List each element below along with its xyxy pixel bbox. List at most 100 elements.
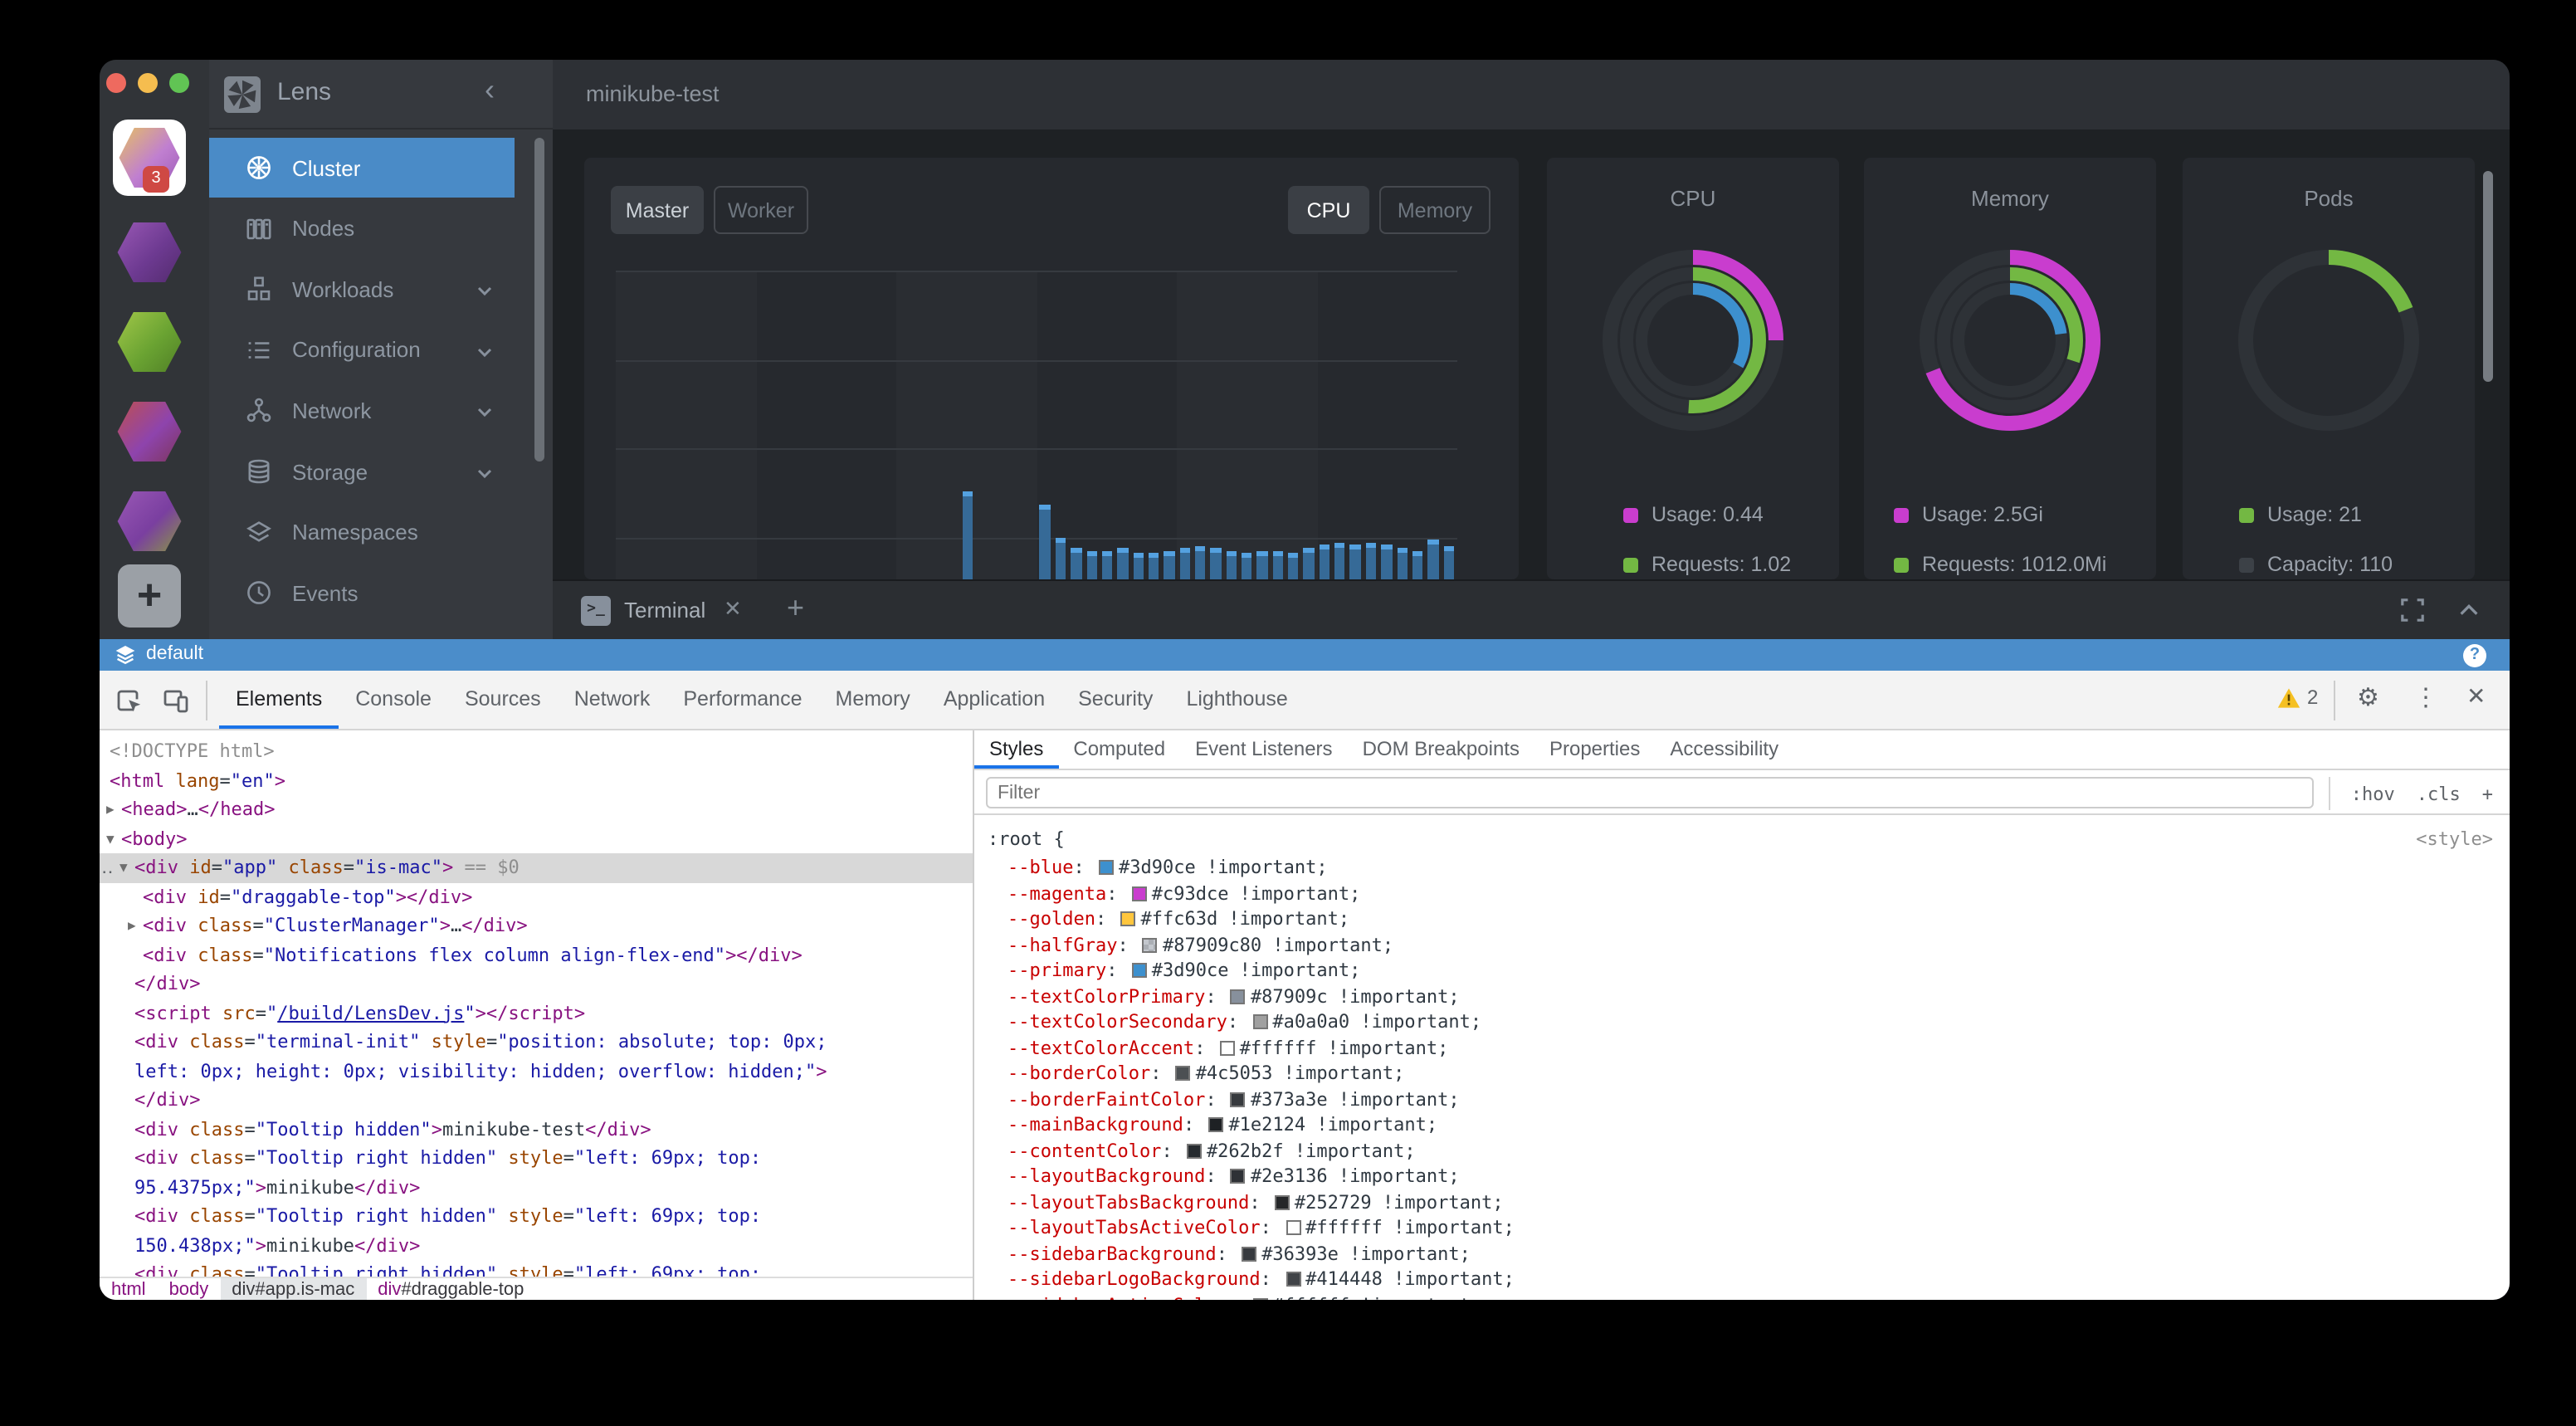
sidebar-item-storage[interactable]: Storage	[209, 442, 515, 501]
color-swatch[interactable]	[1132, 886, 1147, 901]
css-selector[interactable]: :root {	[988, 828, 1065, 850]
dom-node-line[interactable]: ▼<body>	[100, 824, 973, 853]
styles-toggle-cls[interactable]: .cls	[2417, 783, 2461, 804]
close-devtools-icon[interactable]: ✕	[2466, 682, 2486, 711]
help-button[interactable]: ?	[2463, 643, 2486, 667]
dom-node-line[interactable]: </div>	[100, 969, 973, 999]
tab-worker[interactable]: Worker	[714, 186, 808, 234]
devtools-tab-console[interactable]: Console	[339, 671, 448, 729]
css-property-line[interactable]: --sidebarActiveColor: #ffffff !important…	[1007, 1292, 1481, 1300]
color-swatch[interactable]	[1242, 1246, 1256, 1261]
css-property-line[interactable]: --textColorPrimary: #87909c !important;	[1007, 984, 1460, 1009]
dom-node-line[interactable]: left: 0px; height: 0px; visibility: hidd…	[100, 1057, 973, 1086]
css-property-line[interactable]: --sidebarLogoBackground: #414448 !import…	[1007, 1267, 1515, 1292]
sidebar-item-nodes[interactable]: Nodes	[209, 198, 515, 258]
dom-node-line[interactable]: 95.4375px;">minikube</div>	[100, 1173, 973, 1202]
fullscreen-icon[interactable]	[2400, 598, 2425, 623]
css-property-line[interactable]: --layoutBackground: #2e3136 !important;	[1007, 1164, 1460, 1189]
close-terminal-tab-button[interactable]: ✕	[724, 596, 742, 623]
color-swatch[interactable]	[1252, 1014, 1267, 1029]
expand-arrow-icon[interactable]: ▼	[120, 853, 128, 882]
css-property-line[interactable]: --textColorAccent: #ffffff !important;	[1007, 1035, 1448, 1061]
color-swatch[interactable]	[1231, 1091, 1246, 1106]
terminal-tab[interactable]: Terminal	[624, 598, 705, 623]
color-swatch[interactable]	[1286, 1220, 1300, 1235]
styles-tab-dom-breakpoints[interactable]: DOM Breakpoints	[1348, 730, 1534, 769]
sidebar-item-workloads[interactable]: Workloads	[209, 259, 515, 319]
dom-node-line[interactable]: <div class="Tooltip hidden">minikube-tes…	[100, 1115, 973, 1144]
styles-filter-input[interactable]	[986, 777, 2314, 808]
css-property-line[interactable]: --borderFaintColor: #373a3e !important;	[1007, 1087, 1460, 1112]
chevron-up-icon[interactable]	[2456, 598, 2481, 623]
expand-arrow-icon[interactable]: ▼	[106, 824, 115, 853]
breadcrumb[interactable]: body	[158, 1277, 221, 1300]
devtools-tab-security[interactable]: Security	[1061, 671, 1169, 729]
styles-tab-computed[interactable]: Computed	[1058, 730, 1180, 769]
devtools-tab-elements[interactable]: Elements	[219, 671, 339, 729]
css-property-line[interactable]: --golden: #ffc63d !important;	[1007, 906, 1349, 932]
devtools-tab-network[interactable]: Network	[558, 671, 667, 729]
dom-node-line[interactable]: <div class="Tooltip right hidden" style=…	[100, 1260, 973, 1277]
dom-node-line[interactable]: </div>	[100, 1086, 973, 1115]
new-terminal-tab-button[interactable]: +	[787, 591, 804, 626]
css-property-line[interactable]: --sidebarBackground: #36393e !important;	[1007, 1241, 1471, 1267]
content-scrollbar[interactable]	[2483, 171, 2493, 382]
color-swatch[interactable]	[1252, 1297, 1267, 1300]
devtools-tab-memory[interactable]: Memory	[819, 671, 927, 729]
expand-arrow-icon[interactable]: ▶	[128, 911, 136, 940]
color-swatch[interactable]	[1231, 989, 1246, 1004]
sidebar-item-namespaces[interactable]: Namespaces	[209, 502, 515, 562]
dom-node-line[interactable]: ▶<div class="ClusterManager">…</div>	[100, 911, 973, 940]
zoom-window-button[interactable]	[169, 73, 189, 93]
styles-toggle-[interactable]: +	[2482, 783, 2493, 804]
dom-node-line[interactable]: <!DOCTYPE html>	[100, 737, 973, 766]
color-swatch[interactable]	[1275, 1194, 1290, 1209]
sidebar-item-network[interactable]: Network	[209, 381, 515, 441]
css-property-line[interactable]: --primary: #3d90ce !important;	[1007, 958, 1360, 984]
cluster-icon[interactable]	[116, 488, 183, 554]
tab-master[interactable]: Master	[611, 186, 704, 234]
sidebar-collapse-button[interactable]: ‹	[485, 73, 495, 108]
devtools-tab-sources[interactable]: Sources	[448, 671, 558, 729]
settings-gear-icon[interactable]: ⚙	[2357, 682, 2379, 712]
cluster-icon[interactable]	[116, 219, 183, 286]
dom-node-line[interactable]: <div class="Tooltip right hidden" style=…	[100, 1202, 973, 1231]
css-property-line[interactable]: --blue: #3d90ce !important;	[1007, 855, 1328, 881]
tab-cpu[interactable]: CPU	[1288, 186, 1369, 234]
add-cluster-button[interactable]: +	[118, 564, 181, 628]
css-property-line[interactable]: --contentColor: #262b2f !important;	[1007, 1138, 1416, 1164]
dom-node-line[interactable]: <script src="/build/LensDev.js"></script…	[100, 999, 973, 1028]
sidebar-item-configuration[interactable]: Configuration	[209, 320, 515, 380]
color-swatch[interactable]	[1120, 911, 1135, 926]
devtools-menu-icon[interactable]: ⋮	[2413, 682, 2438, 712]
color-swatch[interactable]	[1208, 1117, 1223, 1132]
devtools-tab-performance[interactable]: Performance	[666, 671, 818, 729]
css-property-line[interactable]: --borderColor: #4c5053 !important;	[1007, 1061, 1404, 1087]
node-menu-dots[interactable]: ‥	[101, 853, 114, 882]
dom-node-line[interactable]: ‥▼<div id="app" class="is-mac"> == $0	[100, 853, 973, 882]
css-property-line[interactable]: --halfGray: #87909c80 !important;	[1007, 932, 1393, 958]
color-swatch[interactable]	[1176, 1066, 1191, 1081]
color-swatch[interactable]	[1143, 937, 1158, 952]
color-swatch[interactable]	[1286, 1272, 1300, 1287]
color-swatch[interactable]	[1187, 1143, 1202, 1158]
color-swatch[interactable]	[1231, 1169, 1246, 1184]
css-property-line[interactable]: --mainBackground: #1e2124 !important;	[1007, 1112, 1437, 1138]
styles-tab-properties[interactable]: Properties	[1534, 730, 1655, 769]
css-property-line[interactable]: --layoutTabsBackground: #252729 !importa…	[1007, 1189, 1504, 1215]
dom-node-line[interactable]: <html lang="en">	[100, 766, 973, 795]
sidebar-scrollbar[interactable]	[534, 138, 544, 461]
dom-node-line[interactable]: 150.438px;">minikube</div>	[100, 1231, 973, 1260]
dom-node-line[interactable]: <div class="Tooltip right hidden" style=…	[100, 1144, 973, 1173]
dom-node-line[interactable]: <div class="Notifications flex column al…	[100, 940, 973, 969]
css-property-line[interactable]: --magenta: #c93dce !important;	[1007, 881, 1360, 906]
styles-toggle-hov[interactable]: :hov	[2351, 783, 2395, 804]
color-swatch[interactable]	[1132, 963, 1147, 978]
styles-tab-event-listeners[interactable]: Event Listeners	[1180, 730, 1347, 769]
device-toolbar-icon[interactable]	[163, 687, 189, 714]
issues-counter[interactable]: 2	[2277, 686, 2318, 709]
color-swatch[interactable]	[1220, 1040, 1235, 1055]
minimize-window-button[interactable]	[138, 73, 158, 93]
devtools-tab-lighthouse[interactable]: Lighthouse	[1169, 671, 1304, 729]
devtools-tab-application[interactable]: Application	[927, 671, 1061, 729]
